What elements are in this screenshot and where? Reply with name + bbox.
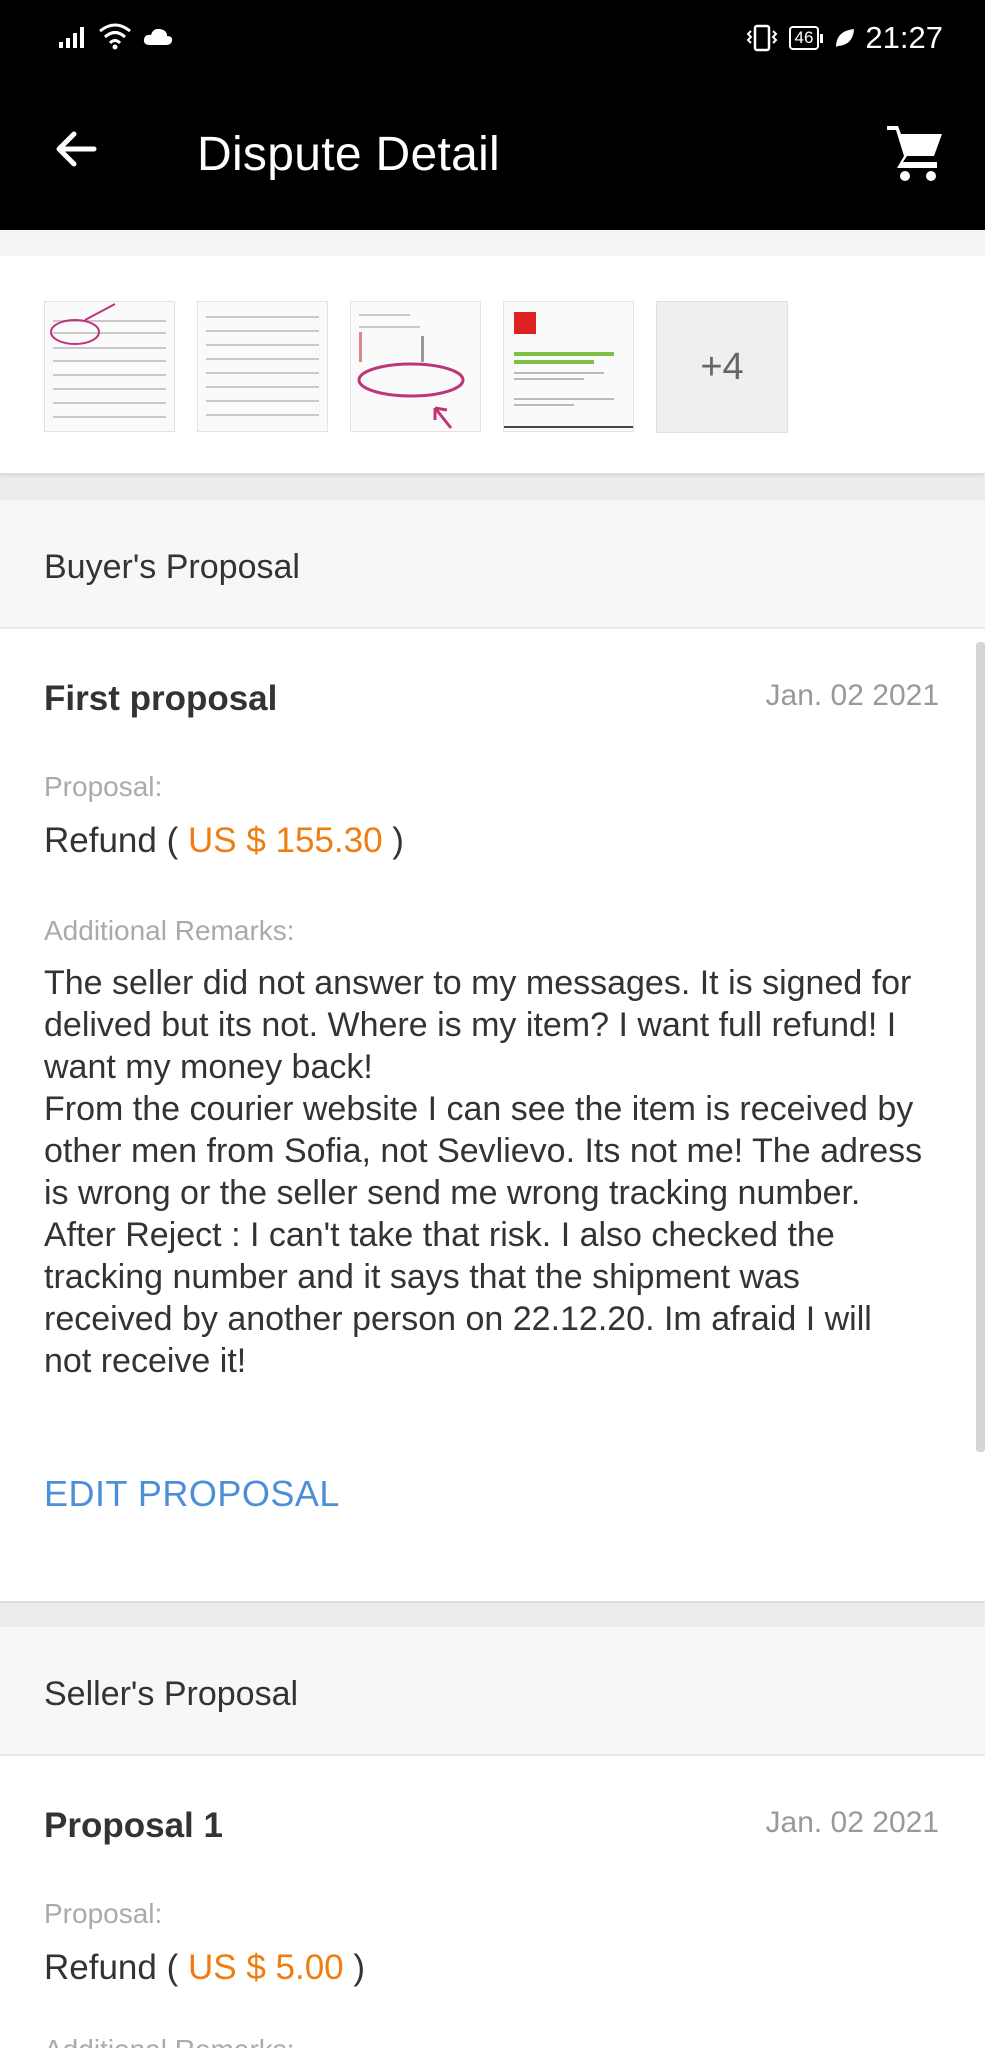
buyer-proposal-header: Buyer's Proposal <box>0 500 985 628</box>
vibrate-icon <box>746 24 777 52</box>
proposal-title: Proposal 1 <box>44 1806 223 1845</box>
status-left <box>58 22 174 50</box>
status-bar: 46 21:27 <box>0 0 985 76</box>
evidence-thumb[interactable] <box>503 301 634 432</box>
refund-prefix: Refund ( <box>44 821 188 860</box>
app-bar: Dispute Detail <box>0 76 985 230</box>
buyer-proposal-card: First proposal Jan. 02 2021 Proposal: Re… <box>0 629 985 1601</box>
proposal-value: Refund ( US $ 155.30 ) <box>44 821 404 861</box>
evidence-thumb[interactable] <box>350 301 481 432</box>
more-images-button[interactable]: +4 <box>656 301 788 433</box>
arrow-left-icon[interactable] <box>48 121 104 177</box>
remarks-label: Additional Remarks: <box>44 2034 295 2048</box>
edit-proposal-button[interactable]: EDIT PROPOSAL <box>44 1473 340 1515</box>
wifi-icon <box>99 23 131 50</box>
refund-suffix: ) <box>382 821 404 860</box>
signal-icon <box>59 27 84 48</box>
proposal-label: Proposal: <box>44 1898 163 1929</box>
proposal-date: Jan. 02 2021 <box>765 1806 939 1839</box>
seller-proposal-header: Seller's Proposal <box>0 1627 985 1755</box>
evidence-images: +4 <box>0 256 985 474</box>
battery-icon: 46 <box>788 26 824 50</box>
card-gap <box>0 230 985 256</box>
section-divider <box>0 1601 985 1627</box>
refund-amount: US $ 5.00 <box>187 1948 344 1987</box>
evidence-thumb[interactable] <box>44 301 175 432</box>
refund-suffix: ) <box>343 1948 366 1987</box>
proposal-value: Refund ( US $ 5.00 ) <box>44 1948 365 1988</box>
clock: 21:27 <box>865 20 943 55</box>
cart-icon[interactable] <box>883 120 947 184</box>
scrollbar[interactable] <box>976 642 985 1452</box>
proposal-label: Proposal: <box>44 771 163 802</box>
evidence-thumb[interactable] <box>197 301 328 432</box>
remarks-text: The seller did not answer to my messages… <box>44 964 923 1380</box>
remarks-label: Additional Remarks: <box>44 915 295 946</box>
leaf-icon <box>836 29 855 47</box>
refund-prefix: Refund ( <box>44 1948 188 1987</box>
status-right: 46 21:27 <box>743 20 943 56</box>
cloud-icon <box>143 28 173 45</box>
proposal-date: Jan. 02 2021 <box>765 679 939 712</box>
section-title: Seller's Proposal <box>44 1675 299 1713</box>
section-title: Buyer's Proposal <box>44 548 300 586</box>
seller-proposal-card: Proposal 1 Jan. 02 2021 Proposal: Refund… <box>0 1756 985 2048</box>
proposal-title: First proposal <box>44 679 278 718</box>
page-title: Dispute Detail <box>197 128 501 181</box>
refund-amount: US $ 155.30 <box>187 821 383 860</box>
